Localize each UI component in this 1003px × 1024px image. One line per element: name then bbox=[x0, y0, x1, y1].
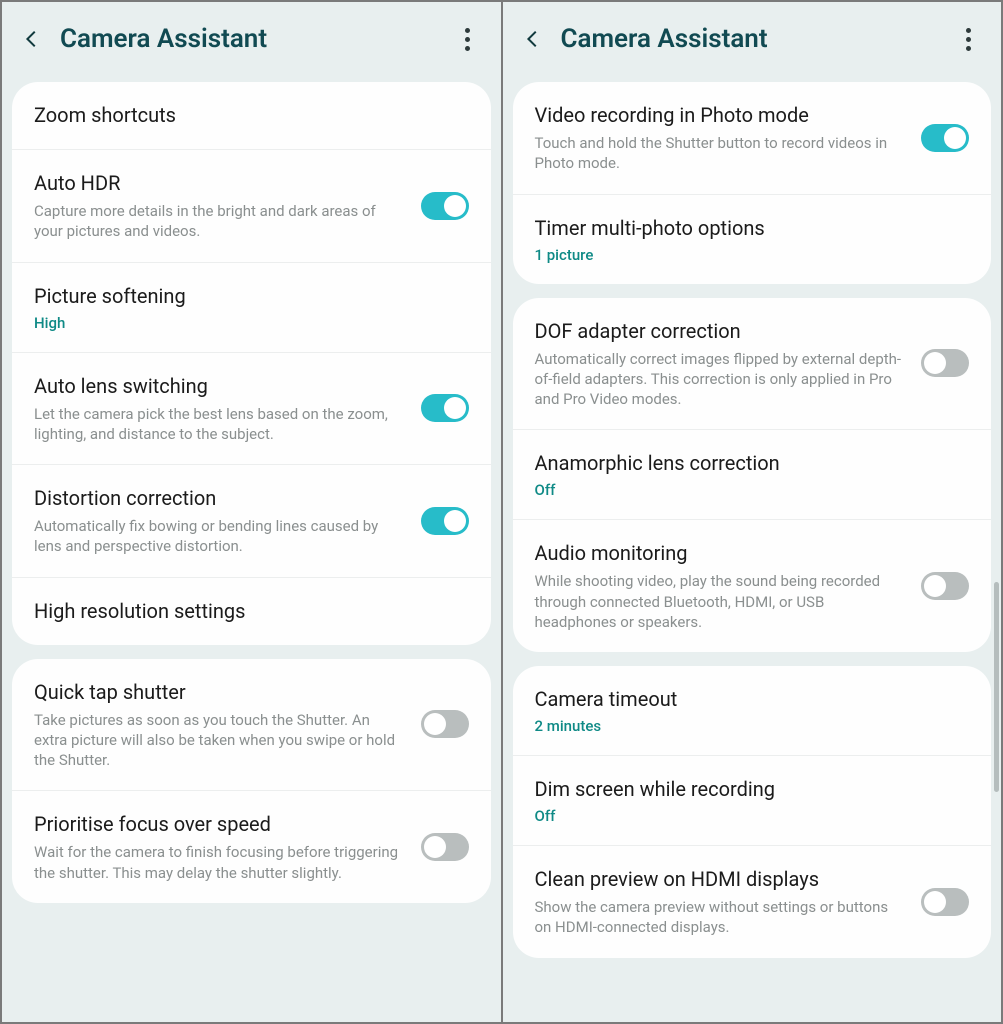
settings-group: Zoom shortcuts Auto HDR Capture more det… bbox=[12, 82, 491, 645]
item-auto-hdr[interactable]: Auto HDR Capture more details in the bri… bbox=[12, 150, 491, 263]
header: Camera Assistant bbox=[503, 2, 1002, 82]
item-high-resolution[interactable]: High resolution settings bbox=[12, 578, 491, 645]
item-title: Auto lens switching bbox=[34, 373, 407, 400]
header: Camera Assistant bbox=[2, 2, 501, 82]
item-timer-multi-photo[interactable]: Timer multi-photo options 1 picture bbox=[513, 195, 992, 284]
more-icon[interactable] bbox=[959, 27, 983, 51]
toggle-audio-monitoring[interactable] bbox=[921, 572, 969, 600]
item-title: Camera timeout bbox=[535, 686, 956, 713]
item-title: Dim screen while recording bbox=[535, 776, 956, 803]
item-video-photo-mode[interactable]: Video recording in Photo mode Touch and … bbox=[513, 82, 992, 195]
item-desc: Automatically fix bowing or bending line… bbox=[34, 516, 407, 557]
item-value: Off bbox=[535, 807, 956, 825]
settings-group: Camera timeout 2 minutes Dim screen whil… bbox=[513, 666, 992, 958]
item-desc: Touch and hold the Shutter button to rec… bbox=[535, 133, 908, 174]
toggle-auto-lens[interactable] bbox=[421, 394, 469, 422]
back-icon[interactable] bbox=[521, 27, 545, 51]
item-distortion-correction[interactable]: Distortion correction Automatically fix … bbox=[12, 465, 491, 578]
item-zoom-shortcuts[interactable]: Zoom shortcuts bbox=[12, 82, 491, 150]
item-audio-monitoring[interactable]: Audio monitoring While shooting video, p… bbox=[513, 520, 992, 652]
item-title: Timer multi-photo options bbox=[535, 215, 956, 242]
item-value: 1 picture bbox=[535, 246, 956, 264]
item-value: High bbox=[34, 314, 455, 332]
page-title: Camera Assistant bbox=[561, 24, 944, 54]
settings-content: Zoom shortcuts Auto HDR Capture more det… bbox=[2, 82, 501, 1022]
more-icon[interactable] bbox=[459, 27, 483, 51]
item-picture-softening[interactable]: Picture softening High bbox=[12, 263, 491, 353]
toggle-quick-tap[interactable] bbox=[421, 710, 469, 738]
scrollbar[interactable] bbox=[994, 582, 999, 792]
item-desc: Show the camera preview without settings… bbox=[535, 897, 908, 938]
item-title: Distortion correction bbox=[34, 485, 407, 512]
toggle-distortion[interactable] bbox=[421, 507, 469, 535]
item-title: DOF adapter correction bbox=[535, 318, 908, 345]
item-title: Auto HDR bbox=[34, 170, 407, 197]
item-title: Audio monitoring bbox=[535, 540, 908, 567]
settings-group: Quick tap shutter Take pictures as soon … bbox=[12, 659, 491, 903]
item-desc: Wait for the camera to finish focusing b… bbox=[34, 842, 407, 883]
item-dim-screen[interactable]: Dim screen while recording Off bbox=[513, 756, 992, 846]
settings-group: Video recording in Photo mode Touch and … bbox=[513, 82, 992, 284]
item-desc: Take pictures as soon as you touch the S… bbox=[34, 710, 407, 771]
item-clean-preview-hdmi[interactable]: Clean preview on HDMI displays Show the … bbox=[513, 846, 992, 958]
toggle-auto-hdr[interactable] bbox=[421, 192, 469, 220]
toggle-dof[interactable] bbox=[921, 349, 969, 377]
settings-content: Video recording in Photo mode Touch and … bbox=[503, 82, 1002, 1022]
item-title: Zoom shortcuts bbox=[34, 102, 455, 129]
settings-group: DOF adapter correction Automatically cor… bbox=[513, 298, 992, 653]
back-icon[interactable] bbox=[20, 27, 44, 51]
screen-right: Camera Assistant Video recording in Phot… bbox=[503, 2, 1002, 1022]
screen-left: Camera Assistant Zoom shortcuts Auto HDR… bbox=[2, 2, 501, 1022]
item-value: Off bbox=[535, 481, 956, 499]
item-value: 2 minutes bbox=[535, 717, 956, 735]
item-quick-tap-shutter[interactable]: Quick tap shutter Take pictures as soon … bbox=[12, 659, 491, 792]
item-desc: Automatically correct images flipped by … bbox=[535, 349, 908, 410]
item-desc: Let the camera pick the best lens based … bbox=[34, 404, 407, 445]
item-camera-timeout[interactable]: Camera timeout 2 minutes bbox=[513, 666, 992, 756]
item-dof-adapter[interactable]: DOF adapter correction Automatically cor… bbox=[513, 298, 992, 431]
item-title: Video recording in Photo mode bbox=[535, 102, 908, 129]
item-prioritise-focus[interactable]: Prioritise focus over speed Wait for the… bbox=[12, 791, 491, 903]
item-desc: While shooting video, play the sound bei… bbox=[535, 571, 908, 632]
item-desc: Capture more details in the bright and d… bbox=[34, 201, 407, 242]
item-auto-lens-switching[interactable]: Auto lens switching Let the camera pick … bbox=[12, 353, 491, 466]
item-title: Quick tap shutter bbox=[34, 679, 407, 706]
item-title: Picture softening bbox=[34, 283, 455, 310]
item-title: Prioritise focus over speed bbox=[34, 811, 407, 838]
toggle-prioritise-focus[interactable] bbox=[421, 833, 469, 861]
item-anamorphic-lens[interactable]: Anamorphic lens correction Off bbox=[513, 430, 992, 520]
page-title: Camera Assistant bbox=[60, 24, 443, 54]
toggle-clean-preview[interactable] bbox=[921, 888, 969, 916]
toggle-video-photo[interactable] bbox=[921, 124, 969, 152]
item-title: Clean preview on HDMI displays bbox=[535, 866, 908, 893]
item-title: Anamorphic lens correction bbox=[535, 450, 956, 477]
item-title: High resolution settings bbox=[34, 598, 455, 625]
